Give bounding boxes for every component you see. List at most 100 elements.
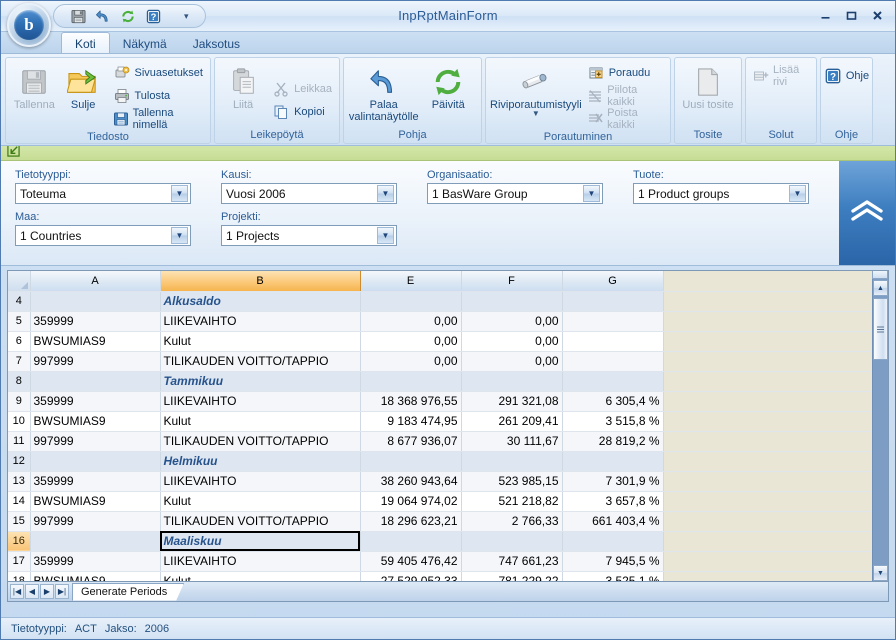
cell-g[interactable] — [562, 311, 664, 332]
column-header-g[interactable]: G — [562, 271, 664, 292]
button-sivuasetukset[interactable]: Sivuasetukset — [110, 61, 206, 84]
product-combo[interactable]: 1 Product groups ▼ — [633, 183, 809, 204]
chevron-down-icon[interactable]: ▼ — [789, 185, 806, 202]
close-icon[interactable] — [865, 5, 889, 25]
cell-g[interactable]: 3 515,8 % — [562, 411, 664, 432]
row-header[interactable]: 9 — [8, 391, 31, 412]
cell-b[interactable]: Kulut — [160, 411, 361, 432]
refresh-icon[interactable] — [118, 7, 138, 26]
cell-e[interactable]: 18 296 623,21 — [360, 511, 462, 532]
table-row[interactable]: 17 359999 LIIKEVAIHTO 59 405 476,42 747 661,… — [8, 551, 888, 572]
undo-icon[interactable] — [93, 7, 113, 26]
table-row[interactable]: 8 Tammikuu — [8, 371, 888, 392]
button-palaa-valintanaytolle[interactable]: Palaa valintanäytölle — [348, 61, 419, 128]
button-uusi-tosite[interactable]: Uusi tosite — [679, 61, 737, 128]
previous-sheet-icon[interactable]: ◀ — [25, 584, 39, 599]
cell-a[interactable]: 997999 — [30, 431, 161, 452]
table-row[interactable]: 16 Maaliskuu — [8, 531, 888, 552]
row-header[interactable]: 11 — [8, 431, 31, 452]
button-ohje[interactable]: ? Ohje — [821, 64, 872, 87]
cell-f[interactable] — [461, 291, 563, 312]
button-riviporautumistyyli[interactable]: Riviporautumistyyli ▼ — [490, 61, 582, 130]
cell-b[interactable]: Helmikuu — [160, 451, 361, 472]
cell-f[interactable]: 2 766,33 — [461, 511, 563, 532]
cell-g[interactable] — [562, 531, 664, 552]
cell-e[interactable]: 0,00 — [360, 311, 462, 332]
cell-g[interactable]: 3 657,8 % — [562, 491, 664, 512]
row-header[interactable]: 16 — [8, 531, 31, 552]
button-paivita[interactable]: Päivitä — [419, 61, 477, 128]
cell-g[interactable]: 28 819,2 % — [562, 431, 664, 452]
cell-b[interactable]: LIIKEVAIHTO — [160, 391, 361, 412]
cell-e[interactable] — [360, 291, 462, 312]
table-row[interactable]: 7 997999 TILIKAUDEN VOITTO/TAPPIO 0,00 0,00 — [8, 351, 888, 372]
row-header[interactable]: 8 — [8, 371, 31, 392]
scroll-up-button[interactable]: ▲ — [873, 280, 888, 296]
help-icon[interactable]: ? — [143, 7, 163, 26]
datatype-combo[interactable]: Toteuma ▼ — [15, 183, 191, 204]
cell-f[interactable]: 0,00 — [461, 311, 563, 332]
cell-a[interactable] — [30, 371, 161, 392]
cell-b[interactable]: Maaliskuu — [160, 531, 361, 552]
cell-b[interactable]: LIIKEVAIHTO — [160, 551, 361, 572]
cell-f[interactable]: 523 985,15 — [461, 471, 563, 492]
cell-a[interactable]: 359999 — [30, 391, 161, 412]
chevron-down-icon[interactable]: ▼ — [377, 185, 394, 202]
scroll-thumb[interactable] — [873, 298, 888, 360]
cell-e[interactable]: 0,00 — [360, 331, 462, 352]
save-icon[interactable] — [68, 7, 88, 26]
cell-f[interactable] — [461, 371, 563, 392]
row-header[interactable]: 17 — [8, 551, 31, 572]
table-row[interactable]: 6 BWSUMIAS9 Kulut 0,00 0,00 — [8, 331, 888, 352]
table-row[interactable]: 9 359999 LIIKEVAIHTO 18 368 976,55 291 321,0… — [8, 391, 888, 412]
cell-f[interactable]: 747 661,23 — [461, 551, 563, 572]
cell-g[interactable] — [562, 371, 664, 392]
cell-a[interactable]: 997999 — [30, 511, 161, 532]
row-header[interactable]: 5 — [8, 311, 31, 332]
row-header[interactable]: 13 — [8, 471, 31, 492]
table-row[interactable]: 14 BWSUMIAS9 Kulut 19 064 974,02 521 218,82 3… — [8, 491, 888, 512]
period-combo[interactable]: Vuosi 2006 ▼ — [221, 183, 397, 204]
cell-g[interactable] — [562, 331, 664, 352]
cell-b[interactable]: Tammikuu — [160, 371, 361, 392]
button-piilota-kaikki[interactable]: Piilota kaikki — [584, 84, 666, 108]
row-header[interactable]: 15 — [8, 511, 31, 532]
cell-b[interactable]: Kulut — [160, 571, 361, 581]
cell-b[interactable]: TILIKAUDEN VOITTO/TAPPIO — [160, 431, 361, 452]
cell-e[interactable] — [360, 451, 462, 472]
table-row[interactable]: 13 359999 LIIKEVAIHTO 38 260 943,64 523 985,… — [8, 471, 888, 492]
column-header-b[interactable]: B — [160, 271, 361, 292]
button-tallenna[interactable]: Tallenna — [10, 61, 59, 130]
cell-f[interactable]: 521 218,82 — [461, 491, 563, 512]
row-header[interactable]: 7 — [8, 351, 31, 372]
button-leikkaa[interactable]: Leikkaa — [269, 78, 335, 101]
column-header-a[interactable]: A — [30, 271, 161, 292]
cell-e[interactable]: 8 677 936,07 — [360, 431, 462, 452]
row-header[interactable]: 10 — [8, 411, 31, 432]
tab-nakyma[interactable]: Näkymä — [110, 32, 180, 53]
cell-g[interactable] — [562, 351, 664, 372]
tab-koti[interactable]: Koti — [61, 32, 110, 53]
cell-g[interactable]: 7 301,9 % — [562, 471, 664, 492]
cell-e[interactable] — [360, 371, 462, 392]
organisation-combo[interactable]: 1 BasWare Group ▼ — [427, 183, 603, 204]
spreadsheet-grid[interactable]: A B E F G 4 Alkusaldo 5 359999 LIIKEVAIHTO 0,… — [7, 270, 889, 582]
row-header[interactable]: 12 — [8, 451, 31, 472]
scroll-down-button[interactable]: ▼ — [873, 565, 888, 581]
select-all-corner[interactable] — [8, 271, 31, 292]
cell-b[interactable]: LIIKEVAIHTO — [160, 471, 361, 492]
cell-f[interactable] — [461, 531, 563, 552]
application-menu-button[interactable]: b — [7, 3, 51, 47]
cell-f[interactable]: 30 111,67 — [461, 431, 563, 452]
chevron-down-icon[interactable]: ▼ — [171, 185, 188, 202]
table-row[interactable]: 5 359999 LIIKEVAIHTO 0,00 0,00 — [8, 311, 888, 332]
first-sheet-icon[interactable]: |◀ — [10, 584, 24, 599]
restore-down-arrow-icon[interactable] — [7, 144, 20, 162]
cell-e[interactable]: 38 260 943,64 — [360, 471, 462, 492]
cell-f[interactable]: 0,00 — [461, 351, 563, 372]
button-kopioi[interactable]: Kopioi — [269, 101, 335, 124]
chevron-down-icon[interactable]: ▼ — [377, 227, 394, 244]
cell-f[interactable]: 291 321,08 — [461, 391, 563, 412]
row-header[interactable]: 4 — [8, 291, 31, 312]
cell-e[interactable]: 27 529 052,33 — [360, 571, 462, 581]
